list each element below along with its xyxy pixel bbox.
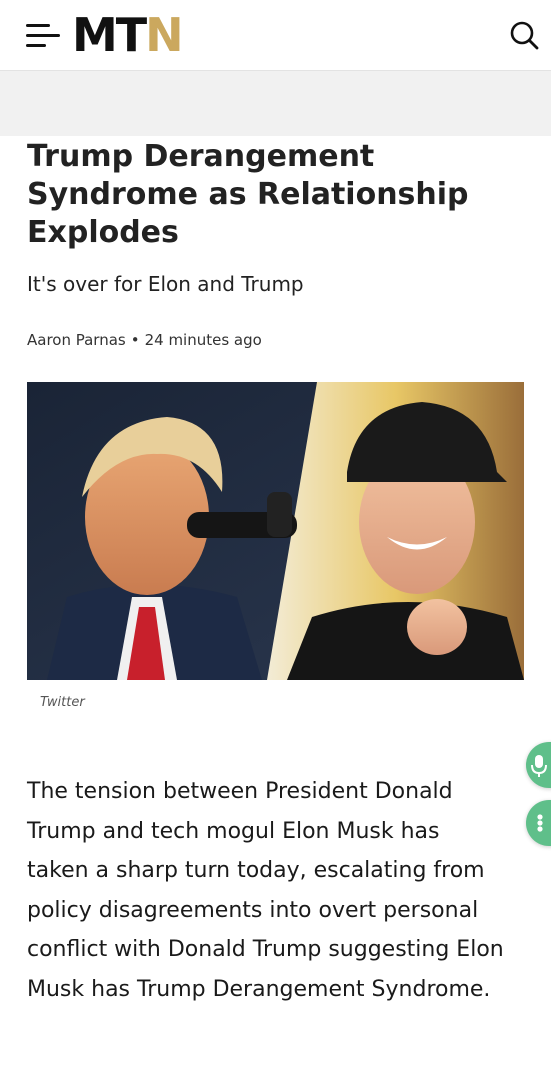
image-caption: Twitter	[40, 695, 85, 710]
site-header: MTN	[0, 0, 551, 71]
more-options-icon[interactable]	[526, 800, 551, 846]
author-name[interactable]: Aaron Parnas	[27, 331, 126, 349]
search-icon[interactable]	[509, 20, 539, 50]
publish-time: 24 minutes ago	[144, 331, 262, 349]
article-hero-image[interactable]	[27, 382, 524, 680]
article-title: Trump Derangement Syndrome as Relationsh…	[27, 139, 469, 250]
logo-main-text: MT	[72, 8, 147, 62]
logo-accent-text: N	[145, 8, 183, 62]
ad-banner-placeholder	[0, 71, 551, 136]
article-byline: Aaron Parnas • 24 minutes ago	[27, 331, 262, 349]
article-subtitle: It's over for Elon and Trump	[27, 272, 304, 296]
microphone-icon[interactable]	[526, 742, 551, 788]
site-logo[interactable]: MTN	[72, 8, 184, 62]
hamburger-menu-icon[interactable]	[26, 22, 60, 50]
article-body-paragraph: The tension between President Donald Tru…	[27, 779, 504, 1002]
byline-separator: •	[130, 331, 140, 349]
